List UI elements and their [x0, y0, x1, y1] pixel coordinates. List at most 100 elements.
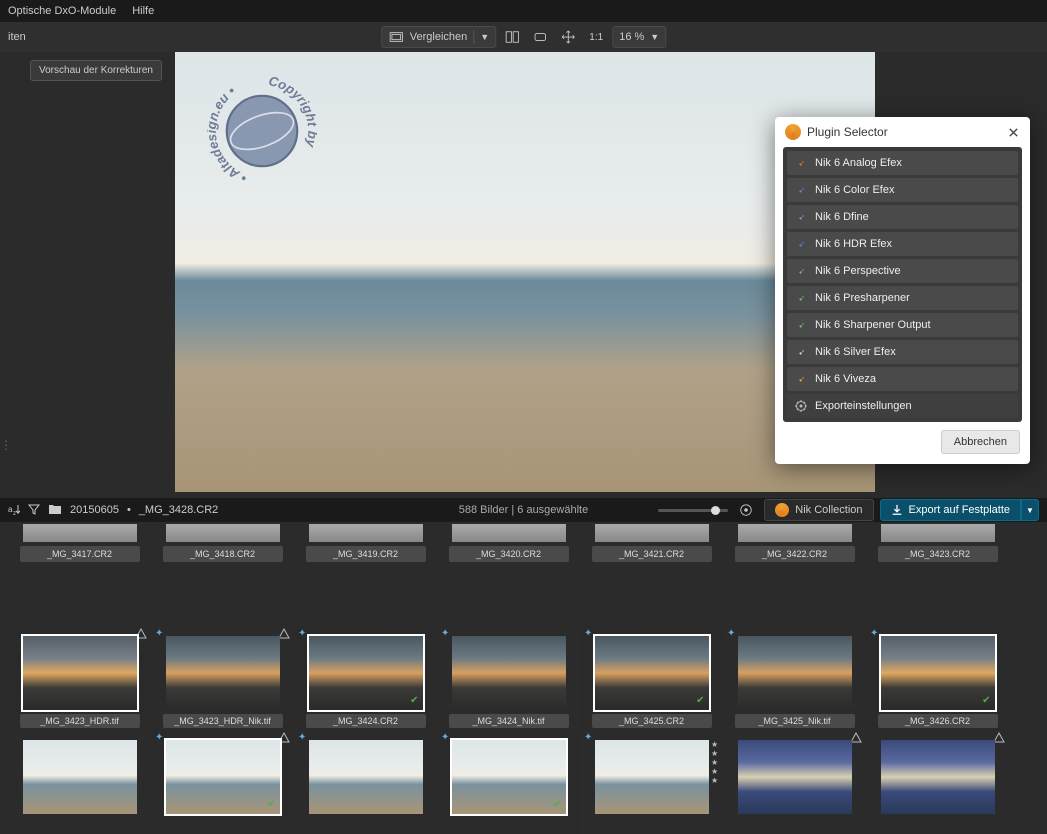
thumbnail-label: _MG_3423_HDR.tif [20, 714, 140, 728]
panel-toggle-label[interactable]: iten [8, 31, 26, 43]
module-icon [850, 732, 862, 744]
thumbnail-label: _MG_3418.CR2 [163, 546, 283, 562]
thumbnail-cell[interactable]: _MG_3418.CR2 [151, 522, 294, 566]
thumbnail-cell[interactable]: _MG_3423_HDR.tif [8, 626, 151, 730]
image-preview[interactable]: Copyright by • Altadesign.eu • [175, 52, 875, 492]
thumbnail-cell[interactable]: _MG_3421.CR2 [580, 522, 723, 566]
folder-icon[interactable] [48, 503, 62, 518]
plugin-item[interactable]: Nik 6 Sharpener Output [787, 313, 1018, 337]
plugin-item[interactable]: Nik 6 Analog Efex [787, 151, 1018, 175]
thumbnail-image [595, 524, 709, 542]
module-icon [278, 732, 290, 744]
thumbnail-image [738, 740, 852, 814]
thumbnail-row: _MG_3423_HDR.tif✦_MG_3423_HDR_Nik.tif✦✔_… [8, 626, 1039, 730]
thumbnail-cell[interactable]: ✦_MG_3423_HDR_Nik.tif [151, 626, 294, 730]
sort-icon[interactable]: az [8, 503, 20, 518]
thumbnail-image [738, 524, 852, 542]
plugin-list: Nik 6 Analog Efex Nik 6 Color Efex Nik 6 D… [783, 147, 1022, 422]
plugin-item[interactable]: Nik 6 Dfine [787, 205, 1018, 229]
filmstrip: _MG_3417.CR2 _MG_3418.CR2 _MG_3419.CR2 _MG_… [0, 522, 1047, 834]
panel-grip[interactable]: ⋮ [0, 430, 12, 460]
thumbnail-image [309, 740, 423, 814]
compare-dropdown[interactable]: Vergleichen ▼ [381, 26, 496, 48]
thumbnail-cell[interactable] [8, 730, 151, 834]
thumbnail-cell[interactable]: ✦_MG_3425_Nik.tif [723, 626, 866, 730]
thumbnail-cell[interactable]: ✦✔_MG_3424.CR2 [294, 626, 437, 730]
thumbnail-cell[interactable]: _MG_3420.CR2 [437, 522, 580, 566]
pin-icon [795, 373, 807, 385]
thumbnail-cell[interactable]: ✦ [580, 730, 723, 834]
zoom-dropdown[interactable]: 16 % ▼ [612, 26, 666, 48]
plugin-item[interactable]: Nik 6 Silver Efex [787, 340, 1018, 364]
processed-icon: ✦ [441, 732, 449, 743]
thumbnail-image [881, 524, 995, 542]
crop-view-button[interactable] [528, 26, 552, 48]
chevron-down-icon: ▼ [650, 32, 659, 42]
thumbnail-cell[interactable]: _MG_3419.CR2 [294, 522, 437, 566]
close-button[interactable] [1004, 123, 1022, 141]
export-button[interactable]: Export auf Festplatte [880, 499, 1022, 521]
dialog-titlebar: Plugin Selector [775, 117, 1030, 147]
filmstrip-header: az 20150605 • _MG_3428.CR2 588 Bilder | … [0, 498, 1047, 522]
rating-stars: ★★★★★ [711, 740, 718, 785]
nik-collection-button[interactable]: Nik Collection [764, 499, 873, 521]
one-to-one-button[interactable]: 1:1 [584, 26, 608, 48]
thumbnail-cell[interactable]: ✦✔ [437, 730, 580, 834]
plugin-item[interactable]: Nik 6 Presharpener [787, 286, 1018, 310]
thumbnail-image: ✔ [452, 740, 566, 814]
processed-icon: ✦ [727, 628, 735, 639]
thumbnail-cell[interactable] [866, 730, 1009, 834]
plugin-item[interactable]: Nik 6 Perspective [787, 259, 1018, 283]
breadcrumb-sep: • [127, 504, 131, 516]
thumbnail-image [23, 524, 137, 542]
check-icon: ✔ [410, 695, 418, 706]
export-dropdown[interactable]: ▼ [1021, 499, 1039, 521]
thumbnail-label: _MG_3424.CR2 [306, 714, 426, 728]
dialog-title: Plugin Selector [807, 125, 888, 139]
thumbnail-cell[interactable]: _MG_3423.CR2 [866, 522, 1009, 566]
thumbnail-label: _MG_3423.CR2 [878, 546, 998, 562]
thumbnail-label: _MG_3420.CR2 [449, 546, 569, 562]
cancel-button[interactable]: Abbrechen [941, 430, 1020, 454]
thumbnail-size-slider[interactable] [658, 509, 728, 512]
preview-corrections-button[interactable]: Vorschau der Korrekturen [30, 60, 162, 81]
filter-icon[interactable] [28, 503, 40, 518]
thumbnail-cell[interactable]: ✦✔ [151, 730, 294, 834]
compare-label: Vergleichen [410, 31, 468, 43]
target-icon[interactable] [734, 499, 758, 521]
breadcrumb-folder[interactable]: 20150605 [70, 504, 119, 516]
thumbnail-cell[interactable]: _MG_3422.CR2 [723, 522, 866, 566]
thumbnail-image: ✔ [166, 740, 280, 814]
menu-modules[interactable]: Optische DxO-Module [8, 5, 116, 17]
chevron-down-icon: ▼ [1026, 506, 1034, 515]
plugin-item[interactable]: Nik 6 Viveza [787, 367, 1018, 391]
move-tool-button[interactable] [556, 26, 580, 48]
thumbnail-row: _MG_3417.CR2 _MG_3418.CR2 _MG_3419.CR2 _MG_… [8, 522, 1039, 626]
thumbnail-image: ✔ [309, 636, 423, 710]
plugin-label: Nik 6 Dfine [815, 211, 869, 223]
nik-label: Nik Collection [795, 504, 862, 516]
processed-icon: ✦ [870, 628, 878, 639]
thumbnail-label: _MG_3423_HDR_Nik.tif [163, 714, 283, 728]
thumbnail-cell[interactable]: ✦✔_MG_3425.CR2 [580, 626, 723, 730]
check-icon: ✔ [982, 695, 990, 706]
split-view-button[interactable] [500, 26, 524, 48]
thumbnail-cell[interactable]: _MG_3417.CR2 [8, 522, 151, 566]
thumbnail-image [309, 524, 423, 542]
thumbnail-cell[interactable]: ✦ [294, 730, 437, 834]
plugin-label: Nik 6 Silver Efex [815, 346, 896, 358]
pin-icon [795, 211, 807, 223]
plugin-label: Nik 6 Analog Efex [815, 157, 902, 169]
thumbnail-image [452, 524, 566, 542]
processed-icon: ✦ [298, 732, 306, 743]
plugin-item[interactable]: Nik 6 Color Efex [787, 178, 1018, 202]
thumbnail-cell[interactable]: ★★★★★ [723, 730, 866, 834]
thumbnail-cell[interactable]: ✦_MG_3424_Nik.tif [437, 626, 580, 730]
check-icon: ✔ [553, 799, 561, 810]
plugin-item[interactable]: Nik 6 HDR Efex [787, 232, 1018, 256]
thumbnail-row: ✦✔✦✦✔✦★★★★★ [8, 730, 1039, 834]
menu-help[interactable]: Hilfe [132, 5, 154, 17]
thumbnail-cell[interactable]: ✦✔_MG_3426.CR2 [866, 626, 1009, 730]
gear-icon [795, 400, 807, 412]
export-settings-item[interactable]: Exporteinstellungen [787, 394, 1018, 418]
